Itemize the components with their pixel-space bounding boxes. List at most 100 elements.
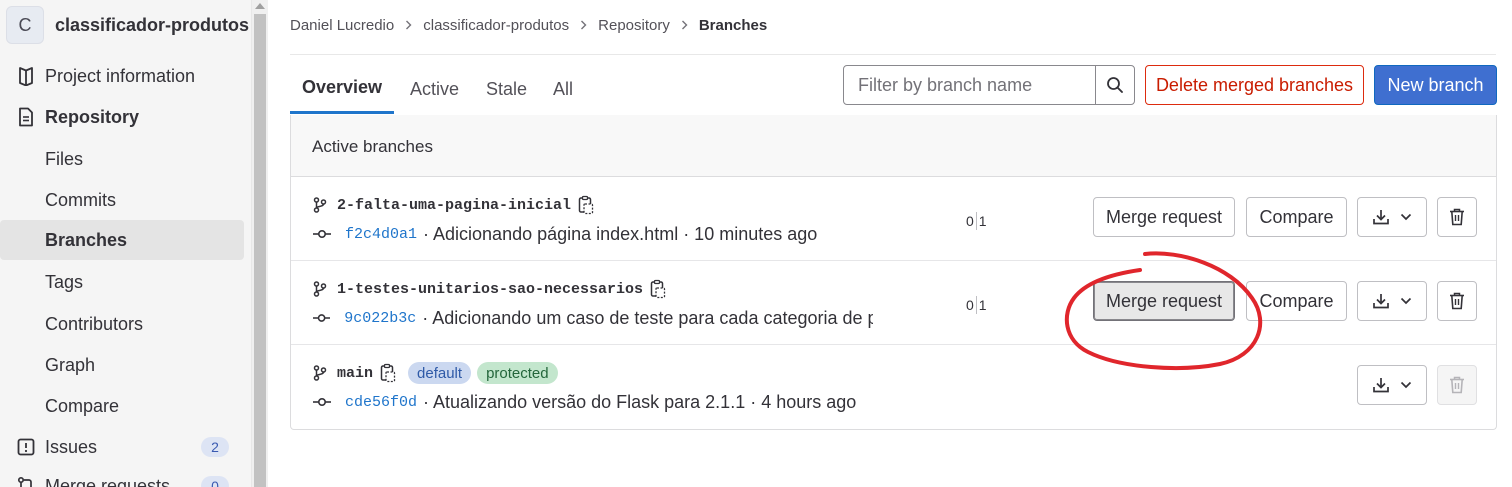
sidebar-item-tags[interactable]: Tags [0, 262, 244, 302]
sidebar-item-label: Project information [45, 65, 196, 86]
ahead-count: 1 [978, 297, 987, 313]
sidebar-item-project-information[interactable]: Project information [0, 56, 244, 96]
sidebar-item-label: Branches [45, 229, 128, 250]
chevron-down-icon [1400, 381, 1412, 389]
sidebar-item-label: Commits [45, 189, 116, 210]
sidebar: C classificador-produtos Project informa… [0, 0, 252, 487]
sidebar-item-label: Files [45, 148, 84, 169]
project-name: classificador-produtos [55, 14, 250, 35]
delete-branch-button-disabled [1437, 365, 1477, 405]
sidebar-item-files[interactable]: Files [0, 139, 244, 179]
commit-sha-link[interactable]: cde56f0d [345, 394, 417, 411]
search-icon [1107, 77, 1123, 93]
search-button[interactable] [1095, 66, 1134, 104]
branch-row: 2-falta-uma-pagina-inicial f2c4d0a1 · Ad… [291, 177, 1496, 261]
commit-icon [313, 397, 331, 407]
sidebar-item-label: Repository [45, 106, 140, 127]
tab-all[interactable]: All [553, 64, 573, 114]
branch-name-link[interactable]: 2-falta-uma-pagina-inicial [337, 197, 571, 214]
branch-row: 1-testes-unitarios-sao-necessarios 9c022… [291, 261, 1496, 345]
default-badge: default [408, 362, 472, 384]
sidebar-item-graph[interactable]: Graph [0, 345, 244, 385]
download-icon [1373, 294, 1389, 309]
trash-icon [1450, 292, 1464, 310]
chevron-down-icon [1400, 213, 1412, 221]
merge-request-button[interactable]: Merge request [1093, 281, 1235, 321]
branch-icon [313, 281, 327, 297]
tab-overview[interactable]: Overview [290, 64, 394, 114]
delete-merged-branches-button[interactable]: Delete merged branches [1145, 65, 1364, 105]
download-dropdown[interactable] [1357, 281, 1427, 321]
behind-count: 0 [966, 213, 974, 229]
branch-name-link[interactable]: 1-testes-unitarios-sao-necessarios [337, 281, 643, 298]
tab-stale[interactable]: Stale [486, 64, 527, 114]
trash-icon [1450, 376, 1464, 394]
sidebar-item-label: Graph [45, 354, 96, 375]
commit-icon [313, 314, 331, 322]
chevron-right-icon [681, 20, 688, 30]
sidebar-item-contributors[interactable]: Contributors [0, 304, 244, 344]
sidebar-item-issues[interactable]: Issues 2 [0, 427, 244, 467]
merge-request-icon [16, 476, 36, 487]
copy-icon[interactable] [578, 195, 594, 215]
scroll-up-arrow-icon[interactable] [255, 3, 265, 9]
branch-icon [313, 197, 327, 213]
sidebar-item-compare[interactable]: Compare [0, 386, 244, 426]
commit-icon [313, 229, 331, 239]
sidebar-item-label: Compare [45, 395, 120, 416]
download-dropdown[interactable] [1357, 197, 1427, 237]
breadcrumb-item[interactable]: classificador-produtos [423, 17, 569, 34]
commit-sha-link[interactable]: f2c4d0a1 [345, 226, 417, 243]
protected-badge: protected [477, 362, 558, 384]
merge-request-button[interactable]: Merge request [1093, 197, 1235, 237]
sidebar-item-label: Issues [45, 436, 98, 457]
trash-icon [1450, 208, 1464, 226]
behind-count: 0 [966, 297, 974, 313]
branch-filter [843, 65, 1135, 105]
download-icon [1373, 210, 1389, 225]
compare-button[interactable]: Compare [1246, 281, 1347, 321]
divergence-graph: 0 1 [966, 211, 987, 231]
divergence-graph: 0 1 [966, 295, 987, 315]
issues-count-badge: 2 [201, 437, 229, 457]
project-avatar: C [6, 6, 44, 44]
new-branch-button[interactable]: New branch [1374, 65, 1497, 105]
tab-active[interactable]: Active [410, 64, 459, 114]
download-dropdown[interactable] [1357, 365, 1427, 405]
project-header[interactable]: C classificador-produtos [6, 4, 249, 46]
branch-filter-input[interactable] [844, 66, 1095, 104]
commit-message: · Adicionando um caso de teste para cada… [422, 307, 873, 328]
copy-icon[interactable] [380, 363, 396, 383]
branch-icon [313, 365, 327, 381]
chevron-right-icon [406, 20, 412, 30]
compare-button[interactable]: Compare [1246, 197, 1347, 237]
commit-message: · Adicionando página index.html · 10 min… [423, 223, 818, 244]
sidebar-item-label: Tags [45, 271, 84, 292]
document-icon [16, 107, 36, 127]
download-icon [1373, 378, 1389, 393]
breadcrumb-current[interactable]: Branches [699, 17, 767, 34]
sidebar-item-branches[interactable]: Branches [0, 220, 244, 260]
delete-branch-button[interactable] [1437, 281, 1477, 321]
issues-icon [16, 437, 36, 457]
delete-branch-button[interactable] [1437, 197, 1477, 237]
panel-title: Active branches [312, 137, 433, 156]
copy-icon[interactable] [650, 279, 666, 299]
divider [290, 54, 1496, 55]
project-info-icon [16, 66, 36, 86]
merge-requests-count-badge: 0 [201, 476, 229, 487]
breadcrumb-item[interactable]: Daniel Lucredio [290, 17, 394, 34]
sidebar-scrollbar-thumb[interactable] [254, 14, 266, 487]
sidebar-item-label: Merge requests [45, 475, 171, 487]
commit-sha-link[interactable]: 9c022b3c [344, 310, 416, 327]
branch-row: main default protected cde56f0d · Atuali… [291, 345, 1496, 429]
branch-name-link[interactable]: main [337, 365, 373, 382]
sidebar-item-commits[interactable]: Commits [0, 180, 244, 220]
sidebar-item-merge-requests[interactable]: Merge requests 0 [0, 466, 244, 487]
panel-header: Active branches [291, 115, 1496, 177]
chevron-down-icon [1400, 297, 1412, 305]
sidebar-item-repository[interactable]: Repository [0, 97, 244, 137]
breadcrumb-item[interactable]: Repository [598, 17, 670, 34]
branches-panel: Active branches 2-falta-uma-pagina-inici… [290, 115, 1497, 430]
sidebar-item-label: Contributors [45, 313, 144, 334]
